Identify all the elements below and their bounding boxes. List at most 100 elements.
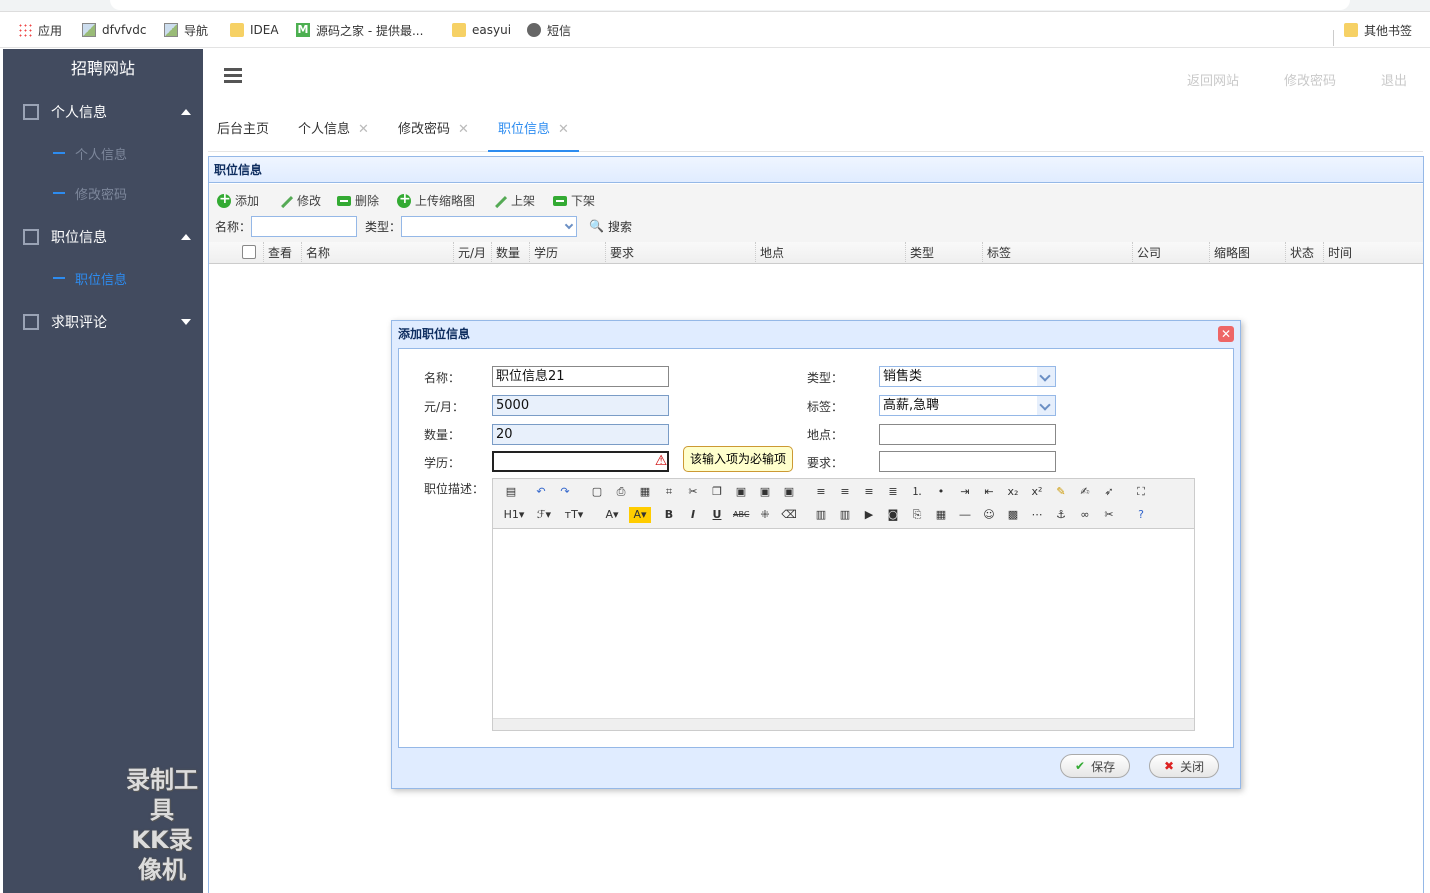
off-shelf-button[interactable]: 下架: [553, 192, 595, 209]
select-all-checkbox[interactable]: [242, 245, 256, 259]
add-button[interactable]: 添加: [217, 191, 259, 209]
col-header[interactable]: 标签: [982, 242, 1132, 264]
align-left-icon[interactable]: ≡: [813, 484, 829, 500]
menu-item-job-info[interactable]: 职位信息: [3, 258, 203, 298]
code-icon[interactable]: ⌗: [661, 484, 677, 500]
col-header[interactable]: 公司: [1132, 242, 1209, 264]
flash-icon[interactable]: ◙: [885, 507, 901, 523]
ordered-list-icon[interactable]: ⒈: [909, 484, 925, 500]
education-field[interactable]: ⚠: [492, 451, 669, 472]
template-icon[interactable]: ▦: [637, 484, 653, 500]
redo-icon[interactable]: ↷: [557, 484, 573, 500]
justify-icon[interactable]: ≣: [885, 484, 901, 500]
bookmark-idea[interactable]: IDEA: [230, 22, 279, 38]
bookmark-easyui[interactable]: easyui: [452, 22, 511, 38]
editor-content[interactable]: [493, 529, 1194, 718]
tab-change-password[interactable]: 修改密码 ✕: [398, 110, 469, 152]
print-icon[interactable]: ⎙: [613, 484, 629, 500]
map-icon[interactable]: ▩: [1005, 507, 1021, 523]
requirement-field[interactable]: [879, 451, 1056, 472]
eraser-icon[interactable]: ⌫: [781, 507, 797, 523]
tab-home[interactable]: 后台主页: [217, 110, 269, 152]
count-field[interactable]: 20: [492, 424, 669, 445]
chevron-down-icon[interactable]: [1037, 396, 1055, 415]
editor-resize-bar[interactable]: [493, 718, 1194, 730]
delete-button[interactable]: 删除: [337, 192, 379, 209]
col-header[interactable]: 元/月: [453, 242, 491, 264]
chevron-down-icon[interactable]: [1037, 367, 1055, 386]
tags-select[interactable]: 高薪,急聘: [879, 395, 1056, 416]
on-shelf-button[interactable]: 上架: [492, 192, 535, 209]
col-header[interactable]: 状态: [1285, 242, 1323, 264]
col-header[interactable]: 数量: [491, 242, 529, 264]
edit-button[interactable]: 修改: [278, 192, 321, 209]
media-icon[interactable]: ▶: [861, 507, 877, 523]
close-tab-icon[interactable]: ✕: [358, 122, 369, 137]
multi-image-icon[interactable]: ▥: [837, 507, 853, 523]
table-icon[interactable]: ▦: [933, 507, 949, 523]
menu-group-jobs[interactable]: 职位信息: [3, 217, 203, 257]
align-right-icon[interactable]: ≡: [861, 484, 877, 500]
menu-group-personal[interactable]: 个人信息: [3, 92, 203, 132]
emoticon-icon[interactable]: ☺: [981, 507, 997, 523]
pagebreak-icon[interactable]: ⋯: [1029, 507, 1045, 523]
tab-job-info[interactable]: 职位信息 ✕: [488, 110, 579, 152]
logout-link[interactable]: 退出: [1381, 70, 1407, 89]
paste-word-icon[interactable]: ▣: [781, 484, 797, 500]
col-header[interactable]: 缩略图: [1209, 242, 1285, 264]
bookmark-others[interactable]: 其他书签: [1344, 22, 1412, 38]
type-select[interactable]: 销售类: [879, 366, 1056, 387]
indent-icon[interactable]: ⇥: [957, 484, 973, 500]
salary-field[interactable]: 5000: [492, 395, 669, 416]
hr-icon[interactable]: ―: [957, 507, 973, 523]
link-icon[interactable]: ∞: [1077, 507, 1093, 523]
outdent-icon[interactable]: ⇤: [981, 484, 997, 500]
undo-icon[interactable]: ↶: [533, 484, 549, 500]
back-to-site-link[interactable]: 返回网站: [1187, 70, 1239, 89]
close-tab-icon[interactable]: ✕: [558, 122, 569, 137]
col-header[interactable]: 名称: [301, 242, 453, 264]
underline-icon[interactable]: U: [709, 507, 725, 523]
align-center-icon[interactable]: ≡: [837, 484, 853, 500]
tab-personal-info[interactable]: 个人信息 ✕: [298, 110, 369, 152]
col-header[interactable]: 要求: [605, 242, 755, 264]
type-search-select[interactable]: [401, 215, 578, 237]
clear-format-icon[interactable]: ✎: [1053, 484, 1069, 500]
source-icon[interactable]: ▤: [503, 484, 519, 500]
copy-icon[interactable]: ❐: [709, 484, 725, 500]
name-search-input[interactable]: [251, 215, 358, 237]
help-icon[interactable]: ?: [1133, 507, 1149, 523]
image-insert-icon[interactable]: ▥: [813, 507, 829, 523]
name-field[interactable]: 职位信息21: [492, 366, 669, 387]
paste-icon[interactable]: ▣: [733, 484, 749, 500]
line-height-icon[interactable]: ⁜: [757, 507, 773, 523]
hamburger-menu-icon[interactable]: [224, 68, 242, 84]
col-header[interactable]: 时间: [1323, 242, 1403, 264]
unlink-icon[interactable]: ✂: [1101, 507, 1117, 523]
col-header[interactable]: 学历: [529, 242, 605, 264]
pointer-icon[interactable]: ➶: [1101, 484, 1117, 500]
subscript-icon[interactable]: x₂: [1005, 484, 1021, 500]
attachment-icon[interactable]: ⎘: [909, 507, 925, 523]
close-icon[interactable]: ✕: [1218, 326, 1234, 342]
strikethrough-icon[interactable]: ABC: [733, 507, 749, 523]
bookmark-sms[interactable]: 短信: [527, 22, 571, 38]
save-button[interactable]: ✔ 保存: [1060, 754, 1131, 778]
search-button[interactable]: 搜索: [608, 218, 632, 235]
font-family-icon[interactable]: ℱ▾: [533, 507, 555, 523]
fullscreen-icon[interactable]: ⛶: [1133, 484, 1149, 500]
menu-item-change-password[interactable]: 修改密码: [3, 173, 203, 213]
upload-thumbnail-button[interactable]: 上传缩略图: [397, 191, 475, 209]
menu-group-comments[interactable]: 求职评论: [3, 302, 203, 342]
close-button[interactable]: ✖ 关闭: [1149, 754, 1220, 778]
bookmark-nav[interactable]: 导航: [164, 22, 208, 38]
bookmark-dfvfvdc[interactable]: dfvfvdc: [82, 22, 146, 38]
col-header[interactable]: 地点: [755, 242, 905, 264]
select-all-icon[interactable]: ✍: [1077, 484, 1093, 500]
superscript-icon[interactable]: x²: [1029, 484, 1045, 500]
paste-text-icon[interactable]: ▣: [757, 484, 773, 500]
font-color-icon[interactable]: A▾: [601, 507, 623, 523]
col-header[interactable]: 查看: [263, 242, 301, 264]
font-size-icon[interactable]: тT▾: [563, 507, 585, 523]
bookmark-apps[interactable]: 应用: [18, 22, 62, 38]
